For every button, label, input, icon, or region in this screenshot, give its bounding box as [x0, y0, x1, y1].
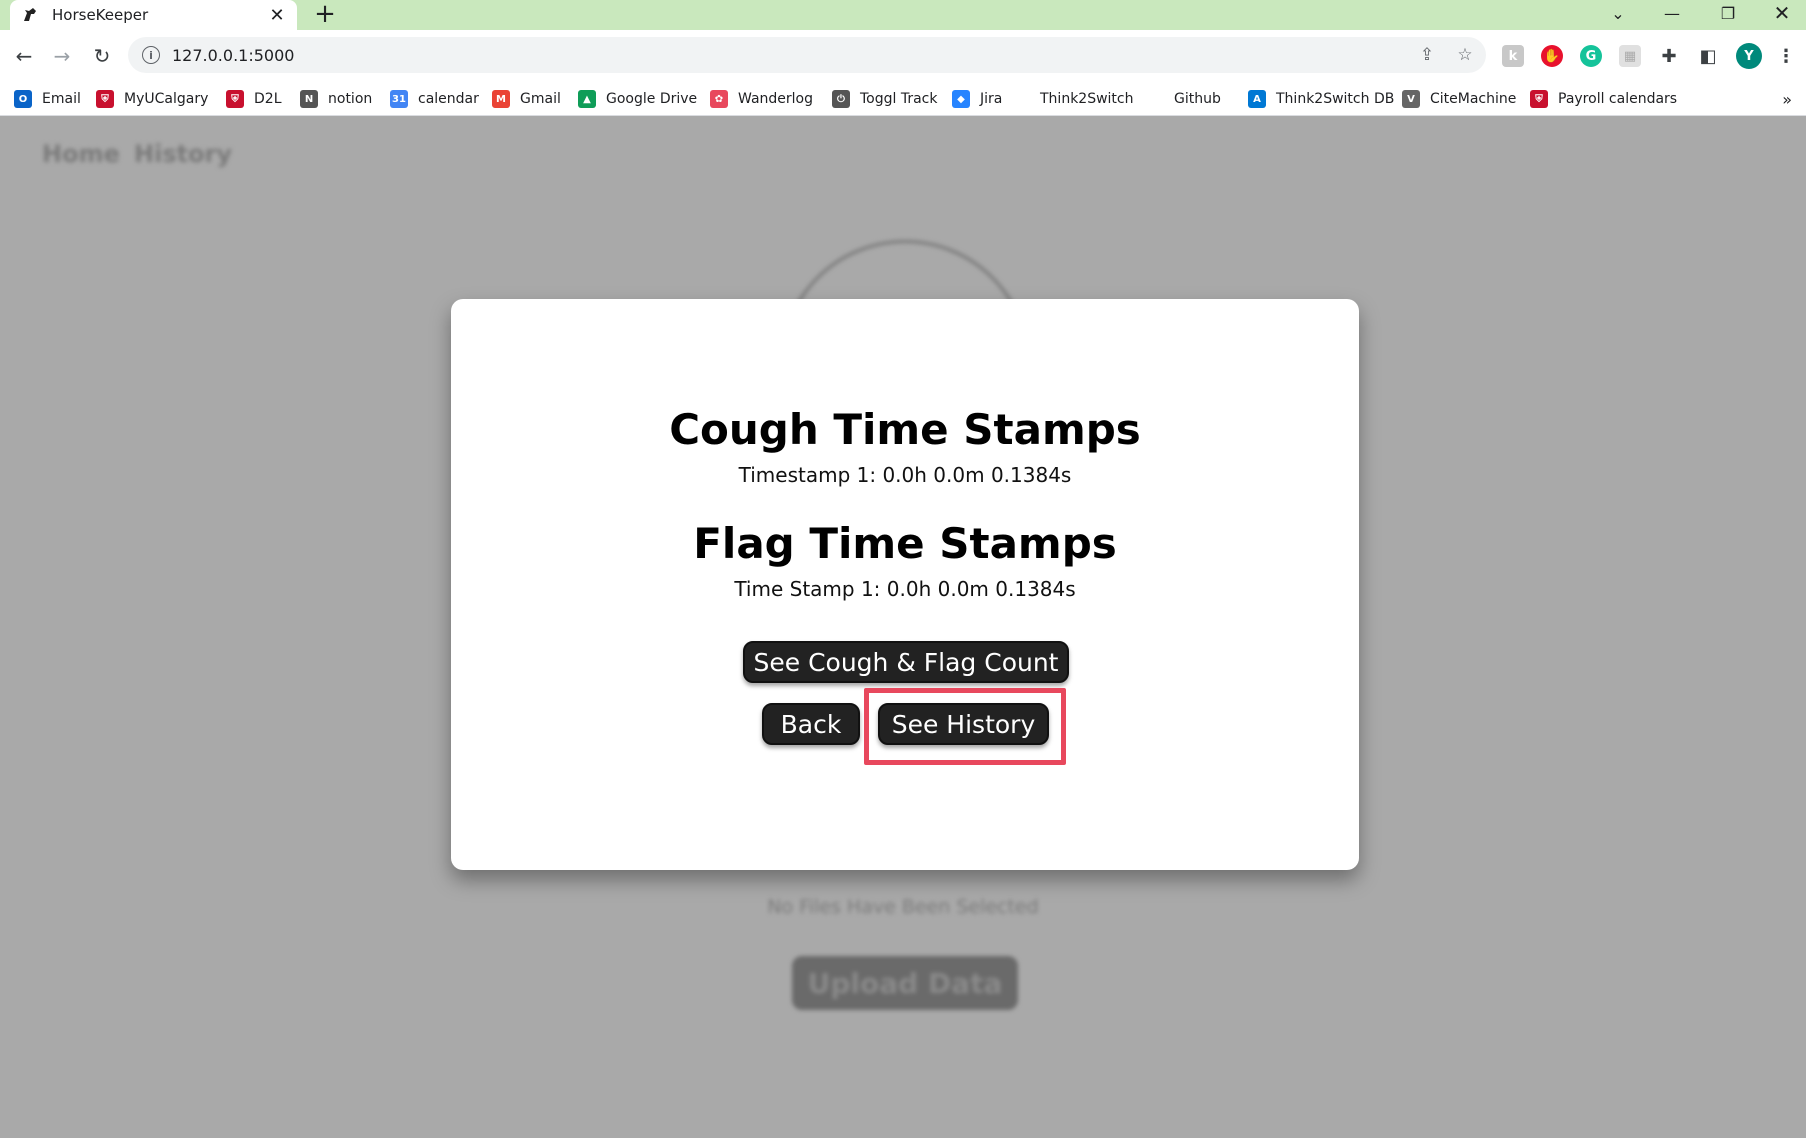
restore-icon[interactable]: ❐ — [1708, 0, 1748, 26]
profile-avatar[interactable]: Y — [1736, 43, 1762, 69]
upload-data-button[interactable]: Upload Data — [792, 956, 1018, 1010]
extension-k-icon[interactable]: k — [1502, 45, 1524, 67]
bookmark-item[interactable]: M Gmail — [492, 82, 561, 116]
bookmark-item[interactable]: ⛨ MyUCalgary — [96, 82, 208, 116]
bookmark-label: Email — [42, 91, 81, 107]
nav-history[interactable]: History — [134, 140, 232, 168]
bookmark-label: Toggl Track — [860, 91, 938, 107]
active-tab[interactable]: HorseKeeper ✕ — [10, 0, 297, 30]
bookmark-item[interactable]: Think2Switch — [1040, 82, 1134, 116]
ucalgary-crest-icon: ⛨ — [96, 90, 114, 108]
jira-icon: ◆ — [952, 90, 970, 108]
bookmark-label: notion — [328, 91, 373, 107]
minimize-icon[interactable]: — — [1652, 0, 1692, 26]
browser-toolbar: ← → ↻ i 127.0.0.1:5000 ⇪ ☆ k ✋ G ▦ ✚ ◧ Y… — [0, 30, 1806, 82]
nav-home[interactable]: Home — [42, 140, 120, 168]
bookmark-item[interactable]: ◆ Jira — [952, 82, 1002, 116]
bookmark-item[interactable]: O Email — [14, 82, 81, 116]
cough-heading: Cough Time Stamps — [669, 405, 1141, 454]
address-url: 127.0.0.1:5000 — [172, 45, 295, 65]
grammarly-icon[interactable]: G — [1580, 45, 1602, 67]
bookmark-label: Think2Switch DB — [1276, 91, 1395, 107]
reload-icon[interactable]: ↻ — [90, 44, 114, 68]
tab-search-chevron-icon[interactable]: ⌄ — [1598, 0, 1638, 26]
ucalgary-crest-icon: ⛨ — [1530, 90, 1548, 108]
extension-grid-icon[interactable]: ▦ — [1619, 45, 1641, 67]
back-button[interactable]: Back — [762, 703, 860, 745]
bookmark-item[interactable]: ▲ Google Drive — [578, 82, 697, 116]
bookmark-label: Payroll calendars — [1558, 91, 1678, 107]
new-tab-icon[interactable]: + — [312, 1, 338, 28]
bookmark-label: Google Drive — [606, 91, 698, 107]
bookmark-item[interactable]: Nnotion — [300, 82, 372, 116]
azure-icon: A — [1248, 90, 1266, 108]
bookmark-label: Wanderlog — [738, 91, 813, 107]
bookmark-label: Jira — [980, 91, 1003, 107]
bookmarks-overflow-icon[interactable]: » — [1782, 82, 1792, 116]
cough-stamp-1: Timestamp 1: 0.0h 0.0m 0.1384s — [738, 463, 1072, 487]
share-icon[interactable]: ⇪ — [1416, 45, 1438, 65]
no-files-text: No Files Have Been Selected — [767, 896, 1039, 918]
tab-strip: HorseKeeper ✕ + ⌄ — ❐ ✕ — [0, 0, 1806, 30]
bookmark-star-icon[interactable]: ☆ — [1454, 45, 1476, 65]
bookmark-label: MyUCalgary — [124, 91, 209, 107]
bookmark-item[interactable]: ⏻ Toggl Track — [832, 82, 938, 116]
citemachine-icon: V — [1402, 90, 1420, 108]
flag-stamp-1: Time Stamp 1: 0.0h 0.0m 0.1384s — [734, 577, 1076, 601]
forward-arrow-icon[interactable]: → — [50, 44, 74, 68]
site-info-icon[interactable]: i — [142, 46, 160, 64]
bookmark-item[interactable]: ⛨ Payroll calendars — [1530, 82, 1677, 116]
timestamps-modal: Cough Time Stamps Timestamp 1: 0.0h 0.0m… — [451, 299, 1359, 870]
bookmark-item[interactable]: V CiteMachine — [1402, 82, 1516, 116]
outlook-icon: O — [14, 90, 32, 108]
see-count-button[interactable]: See Cough & Flag Count — [743, 641, 1069, 683]
bookmark-label: Think2Switch — [1040, 91, 1134, 107]
google-drive-icon: ▲ — [578, 90, 596, 108]
bookmark-label: Gmail — [520, 91, 561, 107]
flag-heading: Flag Time Stamps — [693, 519, 1117, 568]
window-close-icon[interactable]: ✕ — [1762, 0, 1802, 26]
wanderlog-icon: ✿ — [710, 90, 728, 108]
bookmark-item[interactable]: ✿ Wanderlog — [710, 82, 813, 116]
extension-adblock-icon[interactable]: ✋ — [1541, 45, 1563, 67]
bookmarks-bar: O Email ⛨ MyUCalgary ⛨ D2L Nnotion 31 calendar M G… — [0, 82, 1806, 116]
toggl-icon: ⏻ — [832, 90, 850, 108]
bookmark-label: CiteMachine — [1430, 91, 1517, 107]
bookmark-label: D2L — [254, 91, 282, 107]
bookmark-item[interactable]: Github — [1174, 82, 1221, 116]
side-panel-icon[interactable]: ◧ — [1697, 45, 1719, 67]
bookmark-item[interactable]: 31 calendar — [390, 82, 479, 116]
google-calendar-icon: 31 — [390, 90, 408, 108]
bookmark-label: Github — [1174, 91, 1221, 107]
back-arrow-icon[interactable]: ← — [12, 44, 36, 68]
see-history-button[interactable]: See History — [878, 703, 1049, 745]
extensions-puzzle-icon[interactable]: ✚ — [1658, 45, 1680, 67]
address-bar[interactable]: i 127.0.0.1:5000 ⇪ ☆ — [128, 37, 1486, 73]
tab-close-icon[interactable]: ✕ — [267, 5, 287, 26]
bookmark-item[interactable]: A Think2Switch DB — [1248, 82, 1394, 116]
ucalgary-crest-icon: ⛨ — [226, 90, 244, 108]
bookmark-label: calendar — [418, 91, 479, 107]
tab-title: HorseKeeper — [52, 6, 149, 24]
notion-icon: N — [300, 90, 318, 108]
gmail-icon: M — [492, 90, 510, 108]
bookmark-item[interactable]: ⛨ D2L — [226, 82, 282, 116]
horse-favicon-icon — [20, 5, 40, 25]
chrome-menu-icon[interactable]: ⋮ — [1775, 45, 1797, 67]
